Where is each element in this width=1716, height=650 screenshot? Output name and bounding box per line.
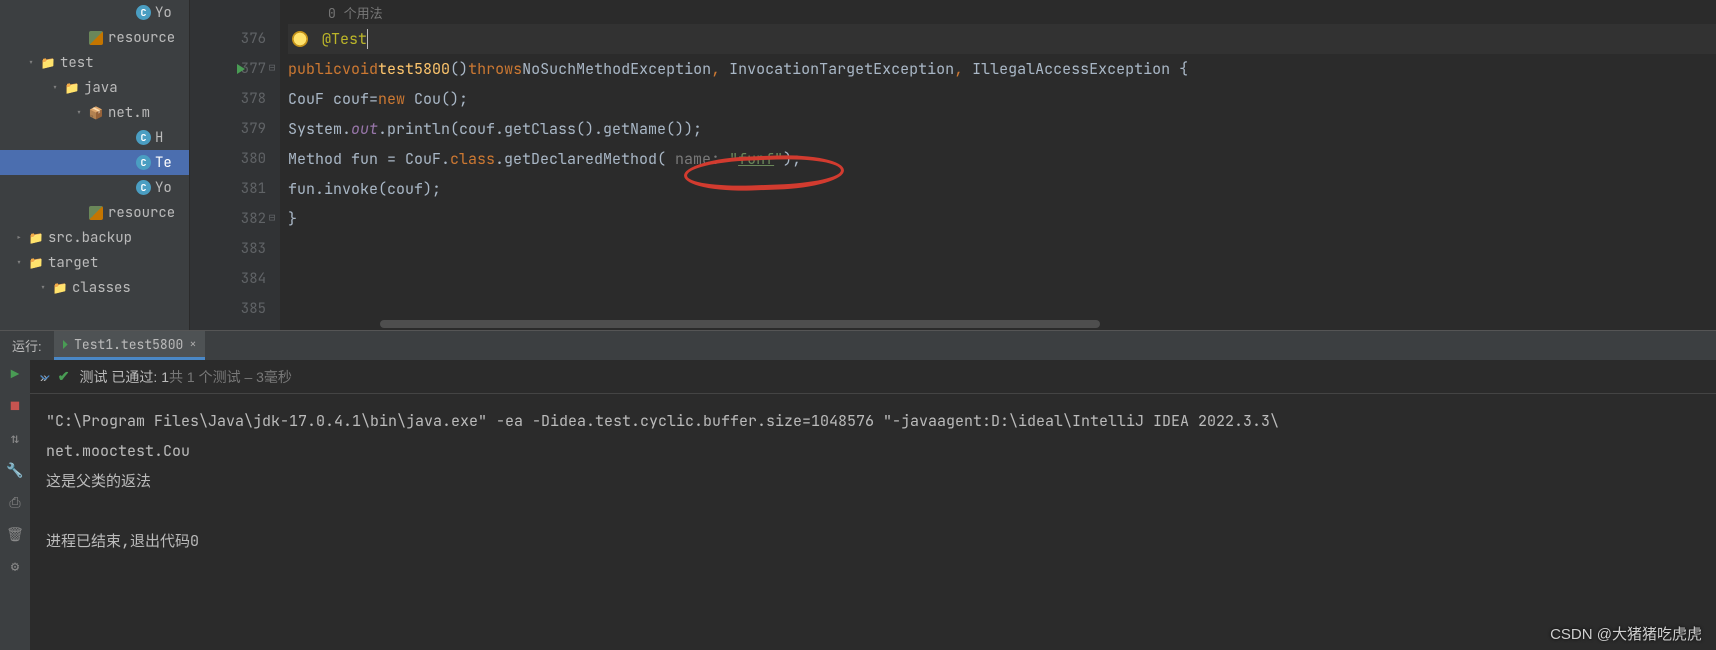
folder-icon: 📁 <box>52 280 68 296</box>
watermark: CSDN @大猪猪吃虎虎 <box>1550 623 1702 644</box>
line-number: 385 <box>241 300 266 318</box>
tree-item-label: classes <box>72 279 131 297</box>
toggle-icon[interactable]: ⇅ <box>6 430 24 448</box>
tree-item[interactable]: resource <box>0 25 189 50</box>
chevron-icon[interactable] <box>48 81 62 94</box>
settings-gear-icon[interactable]: ⚙ <box>6 558 24 576</box>
run-toolbar: ▶ ■ ⇅ 🔧 ⎙ 🗑 ⚙ <box>0 360 30 650</box>
code-line[interactable]: public void test5800() throws NoSuchMeth… <box>288 54 1716 84</box>
chevron-icon[interactable] <box>36 281 50 294</box>
run-tabs-bar: 运行: ⏵ Test1.test5800 × <box>0 330 1716 360</box>
tree-item[interactable]: 📁test <box>0 50 189 75</box>
code-line[interactable]: fun.invoke(couf); <box>288 174 1716 204</box>
tree-item-label: resource <box>108 29 175 47</box>
code-line[interactable]: CouF couf=new Cou(); <box>288 84 1716 114</box>
run-panel-label: 运行: <box>0 336 54 355</box>
trash-icon[interactable]: 🗑 <box>6 526 24 544</box>
resources-icon <box>88 30 104 46</box>
line-number: 382 <box>241 210 266 228</box>
fold-icon[interactable]: ⊟ <box>266 213 278 225</box>
run-tool-window: 运行: ⏵ Test1.test5800 × ▶ ■ ⇅ 🔧 ⎙ 🗑 ⚙ » ✔… <box>0 330 1716 650</box>
chevron-icon[interactable] <box>12 256 26 269</box>
fold-icon[interactable]: ⊟ <box>266 63 278 75</box>
run-gutter-icon[interactable] <box>234 62 248 76</box>
tree-item[interactable]: C Yo <box>0 175 189 200</box>
class-icon: C <box>136 180 151 195</box>
tree-item[interactable]: 📁src.backup <box>0 225 189 250</box>
tree-item[interactable]: 📁classes <box>0 275 189 300</box>
package-icon: 📦 <box>88 105 104 121</box>
resources-icon <box>88 205 104 221</box>
console-exit: 进程已结束,退出代码0 <box>46 531 199 551</box>
folder-icon: 📁 <box>28 230 44 246</box>
console-output[interactable]: "C:\Program Files\Java\jdk-17.0.4.1\bin\… <box>30 394 1716 650</box>
tree-item[interactable]: C Yo <box>0 0 189 25</box>
editor-horizontal-scrollbar[interactable] <box>380 318 1716 330</box>
line-number: 380 <box>241 150 266 168</box>
pin-icon[interactable]: ⎙ <box>6 494 24 512</box>
test-status-bar[interactable]: » ✔ 测试 已通过: 1共 1 个测试 – 3毫秒 <box>30 360 1716 394</box>
collapse-icon[interactable]: ⌄ <box>30 360 60 390</box>
chevron-icon[interactable] <box>24 56 38 69</box>
tree-item-label: resource <box>108 204 175 222</box>
tree-item-label: H <box>155 129 163 147</box>
code-line[interactable]: } <box>288 204 1716 234</box>
intention-bulb-icon[interactable] <box>292 31 308 47</box>
tree-item-label: target <box>48 254 98 272</box>
code-area[interactable]: 0 个用法 @Test public void test5800() throw… <box>280 0 1716 330</box>
tree-item[interactable]: 📁java <box>0 75 189 100</box>
close-tab-icon[interactable]: × <box>189 336 196 352</box>
test-status-text: 测试 已通过: 1共 1 个测试 – 3毫秒 <box>80 367 292 387</box>
tree-item[interactable]: 📁target <box>0 250 189 275</box>
line-number: 384 <box>241 270 266 288</box>
usages-hint[interactable]: 0 个用法 <box>288 0 1716 24</box>
class-icon: C <box>136 155 151 170</box>
tree-item-label: Yo <box>155 4 172 22</box>
line-number: 376 <box>241 30 266 48</box>
console-line: net.mooctest.Cou <box>46 441 190 461</box>
stop-icon[interactable]: ■ <box>6 398 24 416</box>
code-editor[interactable]: 376 377 ⊟ 378 379 380 381 382 ⊟ 383 384 … <box>190 0 1716 330</box>
annotation: @Test <box>322 29 367 49</box>
tree-item[interactable]: C Te <box>0 150 189 175</box>
folder-icon: 📁 <box>64 80 80 96</box>
line-number: 381 <box>241 180 266 198</box>
tree-item-label: src.backup <box>48 229 132 247</box>
run-config-tab[interactable]: ⏵ Test1.test5800 × <box>54 331 205 360</box>
class-icon: C <box>136 5 151 20</box>
class-icon: C <box>136 130 151 145</box>
tree-item-label: net.m <box>108 104 150 122</box>
chevron-icon[interactable] <box>72 106 86 119</box>
tree-item-label: Te <box>155 154 172 172</box>
line-number: 378 <box>241 90 266 108</box>
line-number: 383 <box>241 240 266 258</box>
code-line[interactable]: Method fun = CouF.class.getDeclaredMetho… <box>288 144 1716 174</box>
tree-item-label: Yo <box>155 179 172 197</box>
run-tab-label: Test1.test5800 <box>74 336 183 353</box>
tree-item-label: java <box>84 79 118 97</box>
code-line[interactable]: System.out.println(couf.getClass().getNa… <box>288 114 1716 144</box>
text-caret <box>367 29 368 49</box>
console-cmd: "C:\Program Files\Java\jdk-17.0.4.1\bin\… <box>46 411 1279 431</box>
rerun-icon[interactable]: ▶ <box>6 366 24 384</box>
tree-item[interactable]: 📦net.m <box>0 100 189 125</box>
code-line[interactable]: @Test <box>288 24 1716 54</box>
project-tree[interactable]: CYoresource📁test📁java📦net.mCHCTeCYoresou… <box>0 0 190 330</box>
console-line: 这是父类的返法 <box>46 471 151 491</box>
folder-icon: 📁 <box>40 55 56 71</box>
chevron-icon[interactable] <box>12 231 26 244</box>
settings-wrench-icon[interactable]: 🔧 <box>6 462 24 480</box>
gutter: 376 377 ⊟ 378 379 380 381 382 ⊟ 383 384 … <box>190 0 280 330</box>
tree-item-label: test <box>60 54 94 72</box>
tree-item[interactable]: resource <box>0 200 189 225</box>
scrollbar-thumb[interactable] <box>380 320 1100 328</box>
line-number: 379 <box>241 120 266 138</box>
folder-icon: 📁 <box>28 255 44 271</box>
tree-item[interactable]: CH <box>0 125 189 150</box>
